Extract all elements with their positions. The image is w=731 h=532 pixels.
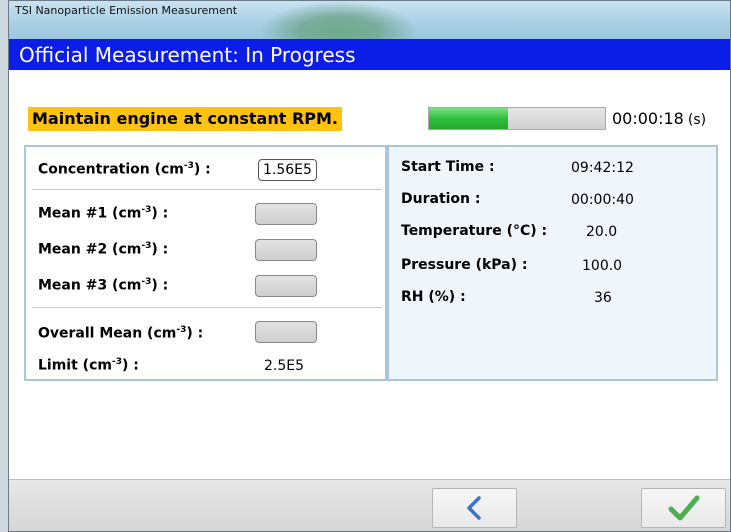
duration-value: 00:00:40	[571, 192, 634, 208]
mean2-label: Mean #2 (cm-3) :	[38, 241, 169, 258]
limit-label: Limit (cm-3) :	[38, 357, 139, 374]
info-panel: Start Time : 09:42:12 Duration : 00:00:4…	[387, 145, 718, 381]
start-time-value: 09:42:12	[571, 160, 634, 176]
progress-fill	[429, 108, 509, 129]
temperature-label: Temperature (°C) :	[401, 223, 548, 239]
footer-bar	[9, 479, 730, 531]
elapsed-value: 00:00:18	[612, 109, 684, 128]
mean3-label: Mean #3 (cm-3) :	[38, 277, 169, 294]
checkmark-icon	[668, 495, 699, 521]
instruction-banner: Maintain engine at constant RPM.	[28, 107, 342, 131]
title-bar: TSI Nanoparticle Emission Measurement	[9, 1, 730, 39]
divider	[32, 307, 382, 308]
start-time-label: Start Time :	[401, 159, 495, 175]
mean1-label: Mean #1 (cm-3) :	[38, 205, 169, 222]
concentration-label: Concentration (cm-3) :	[38, 161, 211, 178]
pressure-label: Pressure (kPa) :	[401, 257, 528, 273]
overall-mean-label: Overall Mean (cm-3) :	[38, 325, 204, 342]
pressure-value: 100.0	[582, 258, 623, 274]
rh-label: RH (%) :	[401, 289, 466, 305]
duration-label: Duration :	[401, 191, 481, 207]
title-bar-glass	[259, 1, 419, 39]
concentration-value: 1.56E5	[258, 159, 317, 181]
elapsed-unit: (s)	[687, 112, 707, 128]
mean3-value	[255, 275, 317, 297]
divider	[32, 189, 382, 190]
chevron-left-icon	[466, 496, 481, 520]
rh-value: 36	[594, 290, 612, 306]
mean1-value	[255, 203, 317, 225]
back-button[interactable]	[432, 488, 517, 528]
measurement-panel: Concentration (cm-3) : 1.56E5 Mean #1 (c…	[24, 145, 387, 381]
mean2-value	[255, 239, 317, 261]
page-title: Official Measurement: In Progress	[9, 39, 730, 70]
limit-value: 2.5E5	[264, 358, 305, 374]
window-title: TSI Nanoparticle Emission Measurement	[15, 4, 238, 17]
temperature-value: 20.0	[586, 224, 618, 240]
confirm-button[interactable]	[641, 488, 726, 528]
overall-mean-value	[255, 321, 317, 343]
progress-bar	[428, 107, 606, 130]
elapsed-time: 00:00:18 (s)	[612, 109, 706, 128]
app-window: TSI Nanoparticle Emission Measurement Of…	[8, 0, 731, 532]
